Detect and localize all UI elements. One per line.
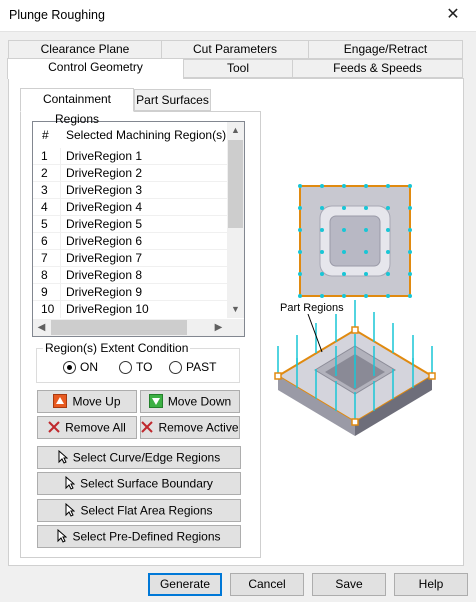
cancel-button[interactable]: Cancel [230,573,304,596]
list-item[interactable]: 9 DriveRegion 9 [33,284,227,301]
move-down-label: Move Down [167,394,232,409]
move-up-label: Move Up [72,394,121,409]
row-region: DriveRegion 4 [66,200,143,214]
cursor-arrow-icon [57,528,68,543]
top-view-pocket-floor [329,215,381,267]
tab-engage-retract[interactable]: Engage/Retract [308,40,463,59]
remove-active-label: Remove Active [158,420,239,435]
radio-to-label[interactable]: TO [136,360,152,374]
row-region: DriveRegion 5 [66,217,143,231]
remove-all-button[interactable]: Remove All [37,416,137,439]
remove-active-button[interactable]: Remove Active [140,416,240,439]
save-button[interactable]: Save [312,573,386,596]
column-header-region[interactable]: Selected Machining Region(s) [66,128,226,142]
arrow-down-icon [148,393,163,408]
tab-control-geometry[interactable]: Control Geometry [7,58,184,79]
scroll-up-icon[interactable]: ▲ [227,122,244,139]
tab-clearance-plane[interactable]: Clearance Plane [8,40,162,59]
list-item[interactable]: 10 DriveRegion 10 [33,301,227,318]
row-region: DriveRegion 7 [66,251,143,265]
remove-x-icon [141,421,154,433]
row-region: DriveRegion 2 [66,166,143,180]
scroll-left-icon[interactable]: ◀ [33,319,50,336]
row-region: DriveRegion 10 [66,302,149,316]
tab-tool[interactable]: Tool [183,59,293,78]
list-item[interactable]: 7 DriveRegion 7 [33,250,227,267]
list-item[interactable]: 4 DriveRegion 4 [33,199,227,216]
radio-on-circle[interactable] [63,361,76,374]
close-icon[interactable]: ✕ [444,6,462,24]
vertical-scroll-thumb[interactable] [228,140,243,228]
row-number: 3 [41,183,48,197]
row-number: 1 [41,149,48,163]
list-item[interactable]: 6 DriveRegion 6 [33,233,227,250]
move-up-button[interactable]: Move Up [37,390,137,413]
row-number: 10 [41,302,55,316]
radio-past-circle[interactable] [169,361,182,374]
radio-past-label[interactable]: PAST [186,360,216,374]
remove-x-icon [48,421,60,433]
tab-cut-parameters[interactable]: Cut Parameters [161,40,309,59]
row-number: 4 [41,200,48,214]
list-item[interactable]: 3 DriveRegion 3 [33,182,227,199]
window-title: Plunge Roughing [9,8,105,22]
row-number: 6 [41,234,48,248]
select-flat-area-regions-button[interactable]: Select Flat Area Regions [37,499,241,522]
part-regions-label: Part Regions [279,302,345,314]
vertical-scrollbar[interactable]: ▲ ▼ [227,122,244,318]
generate-button[interactable]: Generate [148,573,222,596]
tab-feeds-speeds[interactable]: Feeds & Speeds [292,59,463,78]
scroll-down-icon[interactable]: ▼ [227,301,244,318]
row-number: 8 [41,268,48,282]
row-region: DriveRegion 9 [66,285,143,299]
help-button[interactable]: Help [394,573,468,596]
select-curve-edge-regions-button[interactable]: Select Curve/Edge Regions [37,446,241,469]
select-pre-defined-regions-label: Select Pre-Defined Regions [72,529,221,544]
row-number: 7 [41,251,48,265]
list-item[interactable]: 2 DriveRegion 2 [33,165,227,182]
subtab-containment-regions[interactable]: Containment Regions [20,88,134,126]
scrollbar-corner [227,319,244,336]
select-flat-area-regions-label: Select Flat Area Regions [80,503,213,518]
region-list[interactable]: # Selected Machining Region(s) 1 DriveReg… [32,121,245,337]
column-header-number[interactable]: # [42,128,49,142]
select-surface-boundary-button[interactable]: Select Surface Boundary [37,472,241,495]
list-item[interactable]: 5 DriveRegion 5 [33,216,227,233]
row-region: DriveRegion 3 [66,183,143,197]
radio-to-circle[interactable] [119,361,132,374]
subtab-part-surfaces[interactable]: Part Surfaces [134,89,211,111]
remove-all-label: Remove All [65,420,126,435]
cursor-arrow-icon [58,449,68,464]
horizontal-scroll-thumb[interactable] [51,320,187,335]
extent-condition-group: Region(s) Extent Condition ON TO PAST [36,341,240,383]
title-bar: Plunge Roughing ✕ [0,0,476,32]
select-pre-defined-regions-button[interactable]: Select Pre-Defined Regions [37,525,241,548]
radio-on-label[interactable]: ON [80,360,98,374]
row-region: DriveRegion 1 [66,149,143,163]
move-down-button[interactable]: Move Down [140,390,240,413]
extent-condition-legend: Region(s) Extent Condition [43,341,191,355]
select-surface-boundary-label: Select Surface Boundary [80,476,213,491]
row-number: 9 [41,285,48,299]
list-item[interactable]: 1 DriveRegion 1 [33,148,227,165]
select-curve-edge-regions-label: Select Curve/Edge Regions [72,450,221,465]
row-number: 2 [41,166,48,180]
cursor-arrow-icon [65,502,76,517]
row-number: 5 [41,217,48,231]
row-region: DriveRegion 6 [66,234,143,248]
cursor-arrow-icon [65,475,76,490]
arrow-up-icon [53,393,68,408]
horizontal-scrollbar[interactable]: ◀ ▶ [33,319,227,336]
row-region: DriveRegion 8 [66,268,143,282]
scroll-right-icon[interactable]: ▶ [210,319,227,336]
list-item[interactable]: 8 DriveRegion 8 [33,267,227,284]
label-leader-line [307,313,323,353]
